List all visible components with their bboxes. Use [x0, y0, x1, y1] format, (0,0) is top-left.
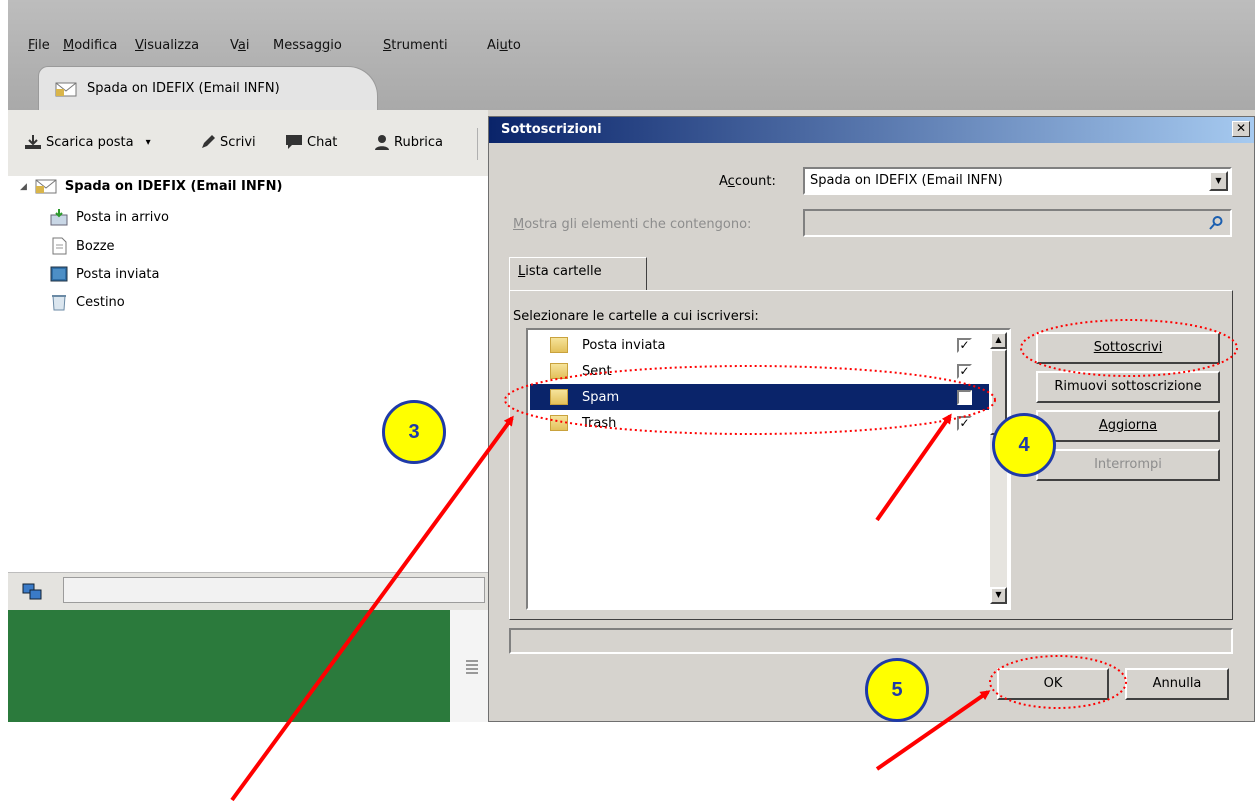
trash-icon: [52, 295, 66, 311]
background-window-strip: [450, 610, 490, 722]
chat-button[interactable]: Chat: [285, 134, 337, 150]
refresh-button[interactable]: Aggiorna: [1036, 410, 1220, 442]
subscriptions-dialog: Sottoscrizioni ✕ Account: Spada on IDEFI…: [488, 116, 1255, 722]
filter-input[interactable]: [803, 209, 1232, 237]
checkbox-trash[interactable]: ✓: [957, 415, 972, 431]
menu-visualizza[interactable]: Visualizza: [135, 38, 199, 53]
checkbox-posta-inviata[interactable]: ✓: [957, 337, 972, 353]
envelope-icon: [55, 82, 77, 97]
collapse-arrow-icon[interactable]: ◢: [20, 182, 27, 192]
stop-button[interactable]: Interrompi: [1036, 449, 1220, 481]
menu-messaggio[interactable]: Messaggio: [273, 38, 342, 53]
ok-button[interactable]: OK: [997, 668, 1109, 700]
list-item-spam[interactable]: Spam: [530, 384, 989, 410]
folder-icon: [550, 415, 568, 431]
dropdown-arrow-icon[interactable]: ▾: [146, 137, 151, 148]
contact-icon: [375, 135, 389, 150]
menu-modifica[interactable]: Modifica: [63, 38, 117, 53]
menu-lines-icon: [466, 660, 478, 662]
toolbar: Scarica posta ▾ Scrivi Chat Rubrica: [8, 110, 488, 177]
step-badge-3: 3: [382, 400, 446, 464]
folder-item-sent[interactable]: Posta inviata: [50, 265, 159, 283]
write-button[interactable]: Scrivi: [200, 134, 256, 150]
get-mail-button[interactable]: Scarica posta ▾: [24, 134, 151, 150]
checkbox-sent[interactable]: ✓: [957, 363, 972, 379]
account-dropdown-icon[interactable]: ▼: [1209, 171, 1228, 191]
search-icon[interactable]: [1208, 215, 1224, 231]
cancel-button[interactable]: Annulla: [1125, 668, 1229, 700]
account-select[interactable]: Spada on IDEFIX (Email INFN) ▼: [803, 167, 1232, 195]
background-window-green: [8, 610, 450, 722]
draft-icon: [52, 237, 67, 255]
dialog-title: Sottoscrizioni: [501, 122, 602, 137]
menu-vai[interactable]: Vai: [230, 38, 249, 53]
inbox-icon: [50, 209, 68, 226]
scroll-up-icon[interactable]: ▲: [990, 332, 1007, 349]
list-item-posta-inviata[interactable]: Posta inviata ✓: [530, 332, 989, 358]
dialog-titlebar: Sottoscrizioni ✕: [489, 117, 1254, 143]
tab-panel: Selezionare le cartelle a cui iscriversi…: [509, 290, 1233, 620]
chat-icon: [286, 135, 302, 149]
list-item-trash[interactable]: Trash ✓: [530, 410, 989, 436]
menu-file[interactable]: File: [28, 38, 50, 53]
close-icon[interactable]: ✕: [1232, 121, 1250, 137]
account-row[interactable]: ◢ Spada on IDEFIX (Email INFN): [20, 179, 282, 194]
tab-account[interactable]: Spada on IDEFIX (Email INFN): [38, 66, 378, 111]
dialog-status-field: [509, 628, 1233, 654]
step-badge-4: 4: [992, 413, 1056, 477]
account-envelope-icon: [35, 179, 57, 194]
unsubscribe-button[interactable]: Rimuovi sottoscrizione: [1036, 371, 1220, 403]
status-bar: [8, 572, 488, 611]
menu-strumenti[interactable]: Strumenti: [383, 38, 448, 53]
address-book-button[interactable]: Rubrica: [374, 134, 443, 150]
folder-item-trash[interactable]: Cestino: [50, 293, 125, 311]
folder-item-inbox[interactable]: Posta in arrivo: [50, 208, 169, 226]
list-caption: Selezionare le cartelle a cui iscriversi…: [513, 309, 759, 324]
account-label: Account:: [719, 174, 776, 189]
pencil-icon: [202, 135, 215, 148]
sent-icon: [50, 266, 68, 282]
status-field: [63, 577, 485, 603]
download-icon: [25, 135, 41, 149]
folder-icon: [550, 337, 568, 353]
tab-folder-list[interactable]: Lista cartelle: [509, 257, 647, 291]
folder-list[interactable]: Posta inviata ✓ Sent ✓ Spam Trash ✓ ▲ ▼: [526, 328, 1011, 610]
checkbox-spam[interactable]: [957, 389, 972, 405]
scroll-down-icon[interactable]: ▼: [990, 587, 1007, 604]
toolbar-separator: [477, 128, 478, 160]
step-badge-5: 5: [865, 658, 929, 722]
folder-icon: [550, 389, 568, 405]
list-item-sent[interactable]: Sent ✓: [530, 358, 989, 384]
subscribe-button[interactable]: Sottoscrivi: [1036, 332, 1220, 364]
folder-item-drafts[interactable]: Bozze: [50, 237, 115, 255]
filter-label: Mostra gli elementi che contengono:: [513, 217, 752, 232]
folder-icon: [550, 363, 568, 379]
menu-aiuto[interactable]: Aiuto: [487, 38, 521, 53]
folder-pane: ◢ Spada on IDEFIX (Email INFN) Posta in …: [8, 176, 488, 572]
online-status-icon[interactable]: [22, 583, 42, 601]
tab-label: Spada on IDEFIX (Email INFN): [87, 81, 280, 96]
